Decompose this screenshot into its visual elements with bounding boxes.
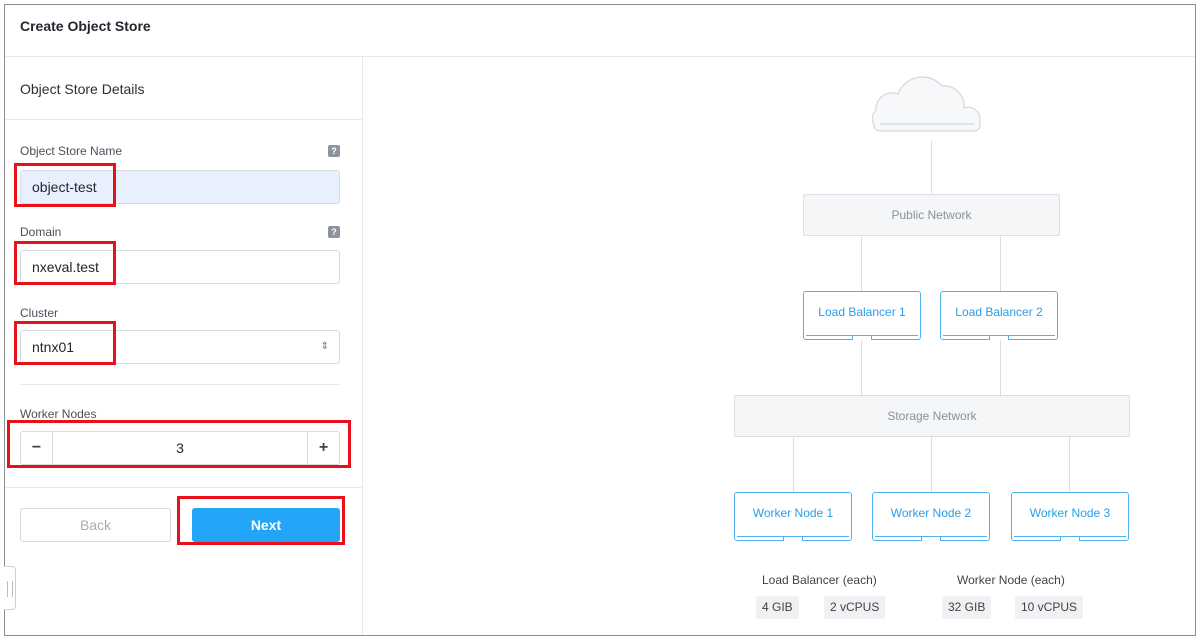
worker-nodes-value[interactable]: 3 — [54, 432, 306, 464]
divider — [20, 384, 340, 385]
create-object-store-dialog: Create Object Store Object Store Details… — [4, 4, 1196, 636]
node-stand — [783, 536, 803, 541]
architecture-diagram: Public Network Load Balancer 1 Load Bala… — [364, 57, 1195, 635]
dialog-title: Create Object Store — [20, 18, 151, 34]
dialog-header: Create Object Store — [5, 5, 1195, 57]
node-stand — [989, 335, 1009, 340]
back-button[interactable]: Back — [20, 508, 171, 542]
load-balancer-spec-title: Load Balancer (each) — [762, 573, 877, 587]
load-balancer-cpu-badge: 2 vCPUS — [824, 596, 886, 619]
worker-node-spec-title: Worker Node (each) — [957, 573, 1065, 587]
node-stand — [921, 536, 941, 541]
load-balancer-node: Load Balancer 1 — [803, 291, 921, 340]
domain-label: Domain — [20, 225, 62, 239]
storage-network-box: Storage Network — [734, 395, 1130, 437]
node-label: Worker Node 1 — [752, 506, 834, 520]
worker-node: Worker Node 3 — [1011, 492, 1129, 541]
increment-button[interactable]: + — [307, 432, 339, 464]
node-label: Worker Node 3 — [1029, 506, 1111, 520]
node-label: Load Balancer 1 — [818, 305, 906, 319]
cluster-select-value: ntnx01 — [32, 339, 75, 355]
object-store-name-label: Object Store Name — [20, 144, 123, 158]
select-arrows-icon: ⇕ — [320, 341, 329, 352]
object-store-details-panel: Object Store Details Object Store Name ?… — [4, 57, 363, 635]
node-stand — [852, 335, 872, 340]
help-icon[interactable]: ? — [328, 226, 340, 238]
load-balancer-node: Load Balancer 2 — [940, 291, 1058, 340]
node-stand — [1060, 536, 1080, 541]
decrement-button[interactable]: − — [21, 432, 53, 464]
divider — [5, 487, 362, 488]
domain-input[interactable]: nxeval.test — [20, 250, 340, 284]
connector-line — [861, 340, 862, 395]
cloud-icon — [872, 76, 981, 132]
cluster-select[interactable]: ntnx01 ⇕ — [20, 330, 340, 364]
help-icon[interactable]: ? — [328, 145, 340, 157]
connector-line — [931, 437, 932, 492]
worker-node-cpu-badge: 10 vCPUS — [1015, 596, 1084, 619]
connector-line — [861, 236, 862, 291]
connector-line — [1069, 437, 1070, 492]
connector-line — [931, 141, 932, 195]
section-title: Object Store Details — [20, 81, 145, 97]
public-network-box: Public Network — [803, 194, 1060, 236]
cluster-label: Cluster — [20, 306, 59, 320]
worker-nodes-stepper: − 3 + — [20, 431, 340, 465]
load-balancer-memory-badge: 4 GIB — [756, 596, 799, 619]
next-button[interactable]: Next — [192, 508, 340, 542]
panel-collapse-handle[interactable] — [4, 566, 16, 610]
node-label: Worker Node 2 — [890, 506, 972, 520]
object-store-name-input[interactable]: object-test — [20, 170, 340, 204]
connector-line — [1000, 340, 1001, 395]
divider — [5, 119, 362, 120]
connector-line — [1000, 236, 1001, 291]
worker-node: Worker Node 1 — [734, 492, 852, 541]
connector-line — [793, 437, 794, 492]
worker-node: Worker Node 2 — [872, 492, 990, 541]
worker-nodes-label: Worker Nodes — [20, 407, 97, 421]
worker-node-memory-badge: 32 GIB — [942, 596, 992, 619]
node-label: Load Balancer 2 — [955, 305, 1043, 319]
